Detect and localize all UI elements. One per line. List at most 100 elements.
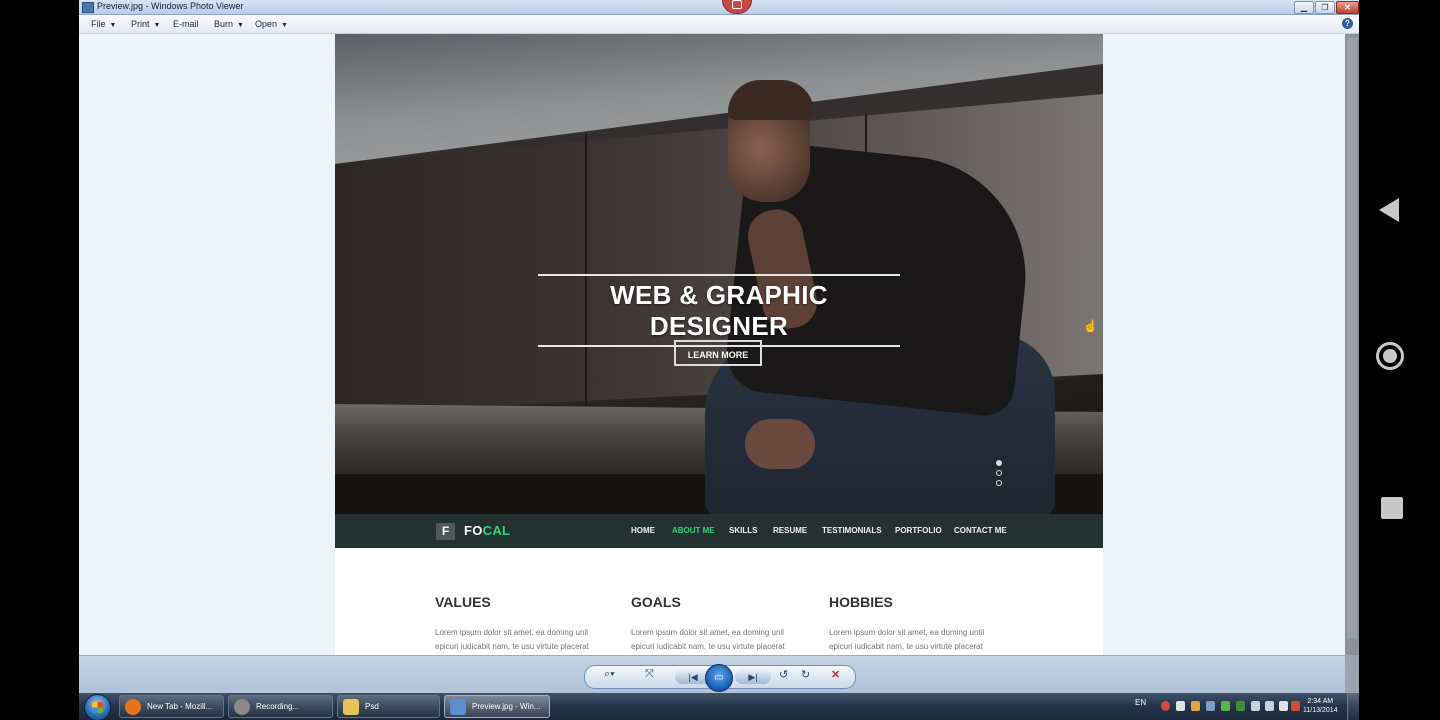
site-nav-skills: SKILLS	[729, 526, 758, 535]
preview-image: WEB & GRAPHIC DESIGNER LEARN MORE ☝ F FO…	[335, 34, 1103, 655]
taskbar-item-label: New Tab - Mozill...	[147, 702, 213, 711]
home-icon[interactable]	[1376, 342, 1404, 370]
taskbar-item-psd[interactable]: Psd	[337, 695, 440, 718]
rotate-left-icon[interactable]: ↺	[779, 668, 788, 681]
start-button[interactable]	[84, 694, 111, 720]
hand-cursor-icon: ☝	[1083, 319, 1098, 333]
chevron-down-icon: ▼	[109, 22, 117, 29]
folder-icon	[343, 699, 359, 715]
taskbar-item-firefox[interactable]: New Tab - Mozill...	[119, 695, 224, 718]
menu-open-label: Open	[255, 19, 278, 29]
menu-burn[interactable]: Burn ▼	[214, 19, 244, 29]
firefox-icon	[125, 699, 141, 715]
goals-line: Lorem ipsum dolor sit amet, ea doming un…	[631, 628, 784, 637]
slider-dot	[996, 480, 1002, 486]
goals-text: Lorem ipsum dolor sit amet, ea doming un…	[631, 626, 785, 654]
hero-title: WEB & GRAPHIC DESIGNER	[610, 280, 828, 341]
chevron-down-icon: ▼	[153, 22, 161, 29]
actual-size-icon[interactable]: ⤧	[645, 668, 654, 681]
slider-dot	[996, 470, 1002, 476]
site-nav-home: HOME	[631, 526, 655, 535]
recorder-icon	[234, 699, 250, 715]
menu-file[interactable]: File ▼	[91, 19, 116, 29]
title-bar: Preview.jpg - Windows Photo Viewer ▁ ❐ ✕	[79, 0, 1359, 15]
site-nav-contact: CONTACT ME	[954, 526, 1007, 535]
taskbar-item-photo-viewer[interactable]: Preview.jpg - Win...	[444, 695, 550, 718]
tray-nvidia-icon[interactable]	[1236, 701, 1245, 711]
values-line: Lorem ipsum dolor sit amet, ea doming un…	[435, 628, 588, 637]
menu-print[interactable]: Print ▼	[131, 19, 160, 29]
viewer-control-bar: ⌕▾ ⤧ |◀ ▭ ▶| ↺ ↻ ✕	[79, 655, 1345, 694]
tray-recorder-icon[interactable]	[1161, 701, 1170, 711]
goals-line: epicuri iudicabit nam, te usu virtute pl…	[631, 642, 785, 651]
tray-app-icon[interactable]	[1191, 701, 1200, 711]
photo-viewer-icon	[450, 699, 466, 715]
tray-mouse-icon[interactable]	[1176, 701, 1185, 711]
maximize-button[interactable]: ❐	[1315, 1, 1335, 14]
vertical-scrollbar[interactable]	[1345, 34, 1359, 655]
photo-viewer-window: Preview.jpg - Windows Photo Viewer ▁ ❐ ✕…	[79, 0, 1359, 720]
values-text: Lorem ipsum dolor sit amet, ea doming un…	[435, 626, 589, 654]
hero-section: WEB & GRAPHIC DESIGNER LEARN MORE ☝	[335, 34, 1103, 514]
scrollbar-thumb[interactable]	[1347, 38, 1357, 638]
photo-viewer-app-icon	[82, 2, 94, 13]
window-title: Preview.jpg - Windows Photo Viewer	[97, 1, 244, 11]
site-nav-resume: RESUME	[773, 526, 808, 535]
android-navigation-bar	[1359, 0, 1440, 720]
slideshow-button[interactable]: ▭	[705, 664, 733, 692]
menu-burn-label: Burn	[214, 19, 234, 29]
close-icon: ✕	[1344, 3, 1351, 12]
zoom-icon[interactable]: ⌕▾	[604, 668, 615, 681]
site-nav-portfolio: PORTFOLIO	[895, 526, 942, 535]
slider-dots	[996, 460, 1002, 490]
volume-icon[interactable]	[1279, 701, 1288, 711]
menu-email-label: E-mail	[173, 19, 199, 29]
clock-date: 11/13/2014	[1303, 707, 1338, 714]
person-hair	[728, 80, 814, 120]
tray-battery-icon[interactable]	[1265, 701, 1274, 711]
tray-network-icon[interactable]	[1206, 701, 1215, 711]
logo-text-accent: CAL	[482, 523, 511, 538]
menu-print-label: Print	[131, 19, 150, 29]
rotate-right-icon[interactable]: ↻	[801, 668, 810, 681]
taskbar-item-recording[interactable]: Recording...	[228, 695, 333, 718]
tray-alert-icon[interactable]	[1291, 701, 1300, 711]
menu-open[interactable]: Open ▼	[255, 19, 288, 29]
recording-indicator-icon[interactable]	[722, 0, 752, 14]
minimize-button[interactable]: ▁	[1294, 1, 1314, 14]
help-icon[interactable]: ?	[1342, 18, 1353, 29]
logo-icon: F	[436, 523, 455, 540]
recents-icon[interactable]	[1381, 497, 1403, 519]
menu-file-label: File	[91, 19, 106, 29]
clock-time: 2:34 AM	[1307, 698, 1334, 705]
slider-dot	[996, 460, 1002, 466]
logo-text-white: FO	[464, 523, 483, 538]
hobbies-text: Lorem ipsum dolor sit amet, ea doming un…	[829, 626, 984, 654]
next-button[interactable]: ▶|	[735, 670, 771, 684]
chevron-down-icon: ▼	[281, 22, 288, 29]
logo-text: FOCAL	[464, 523, 510, 538]
hero-title-block: WEB & GRAPHIC DESIGNER	[538, 274, 900, 347]
menu-email[interactable]: E-mail	[173, 19, 199, 29]
person-hands	[745, 419, 815, 469]
site-nav-testimonials: TESTIMONIALS	[822, 526, 882, 535]
minimize-icon: ▁	[1300, 3, 1308, 12]
tray-update-icon[interactable]	[1221, 701, 1230, 711]
values-heading: VALUES	[435, 594, 491, 610]
taskbar-item-label: Psd	[365, 702, 379, 711]
language-indicator[interactable]: EN	[1135, 698, 1146, 707]
tray-display-icon[interactable]	[1251, 701, 1260, 711]
site-nav-about: ABOUT ME	[672, 526, 715, 535]
back-icon[interactable]	[1379, 198, 1399, 222]
system-clock[interactable]: 2:34 AM 11/13/2014	[1303, 697, 1338, 715]
show-desktop-button[interactable]	[1347, 693, 1359, 720]
menu-bar: File ▼ Print ▼ E-mail Burn ▼ Open ▼ ?	[79, 15, 1359, 34]
delete-icon[interactable]: ✕	[831, 668, 840, 681]
values-line: epicuri iudicabit nam, te usu virtute pl…	[435, 642, 589, 651]
hobbies-line: Lorem ipsum dolor sit amet, ea doming un…	[829, 628, 985, 637]
taskbar: New Tab - Mozill... Recording... Psd Pre…	[79, 693, 1359, 720]
goals-heading: GOALS	[631, 594, 681, 610]
hobbies-line: epicuri iudicabit nam, te usu virtute pl…	[829, 642, 983, 651]
close-button[interactable]: ✕	[1336, 1, 1359, 14]
taskbar-item-label: Preview.jpg - Win...	[472, 702, 541, 711]
